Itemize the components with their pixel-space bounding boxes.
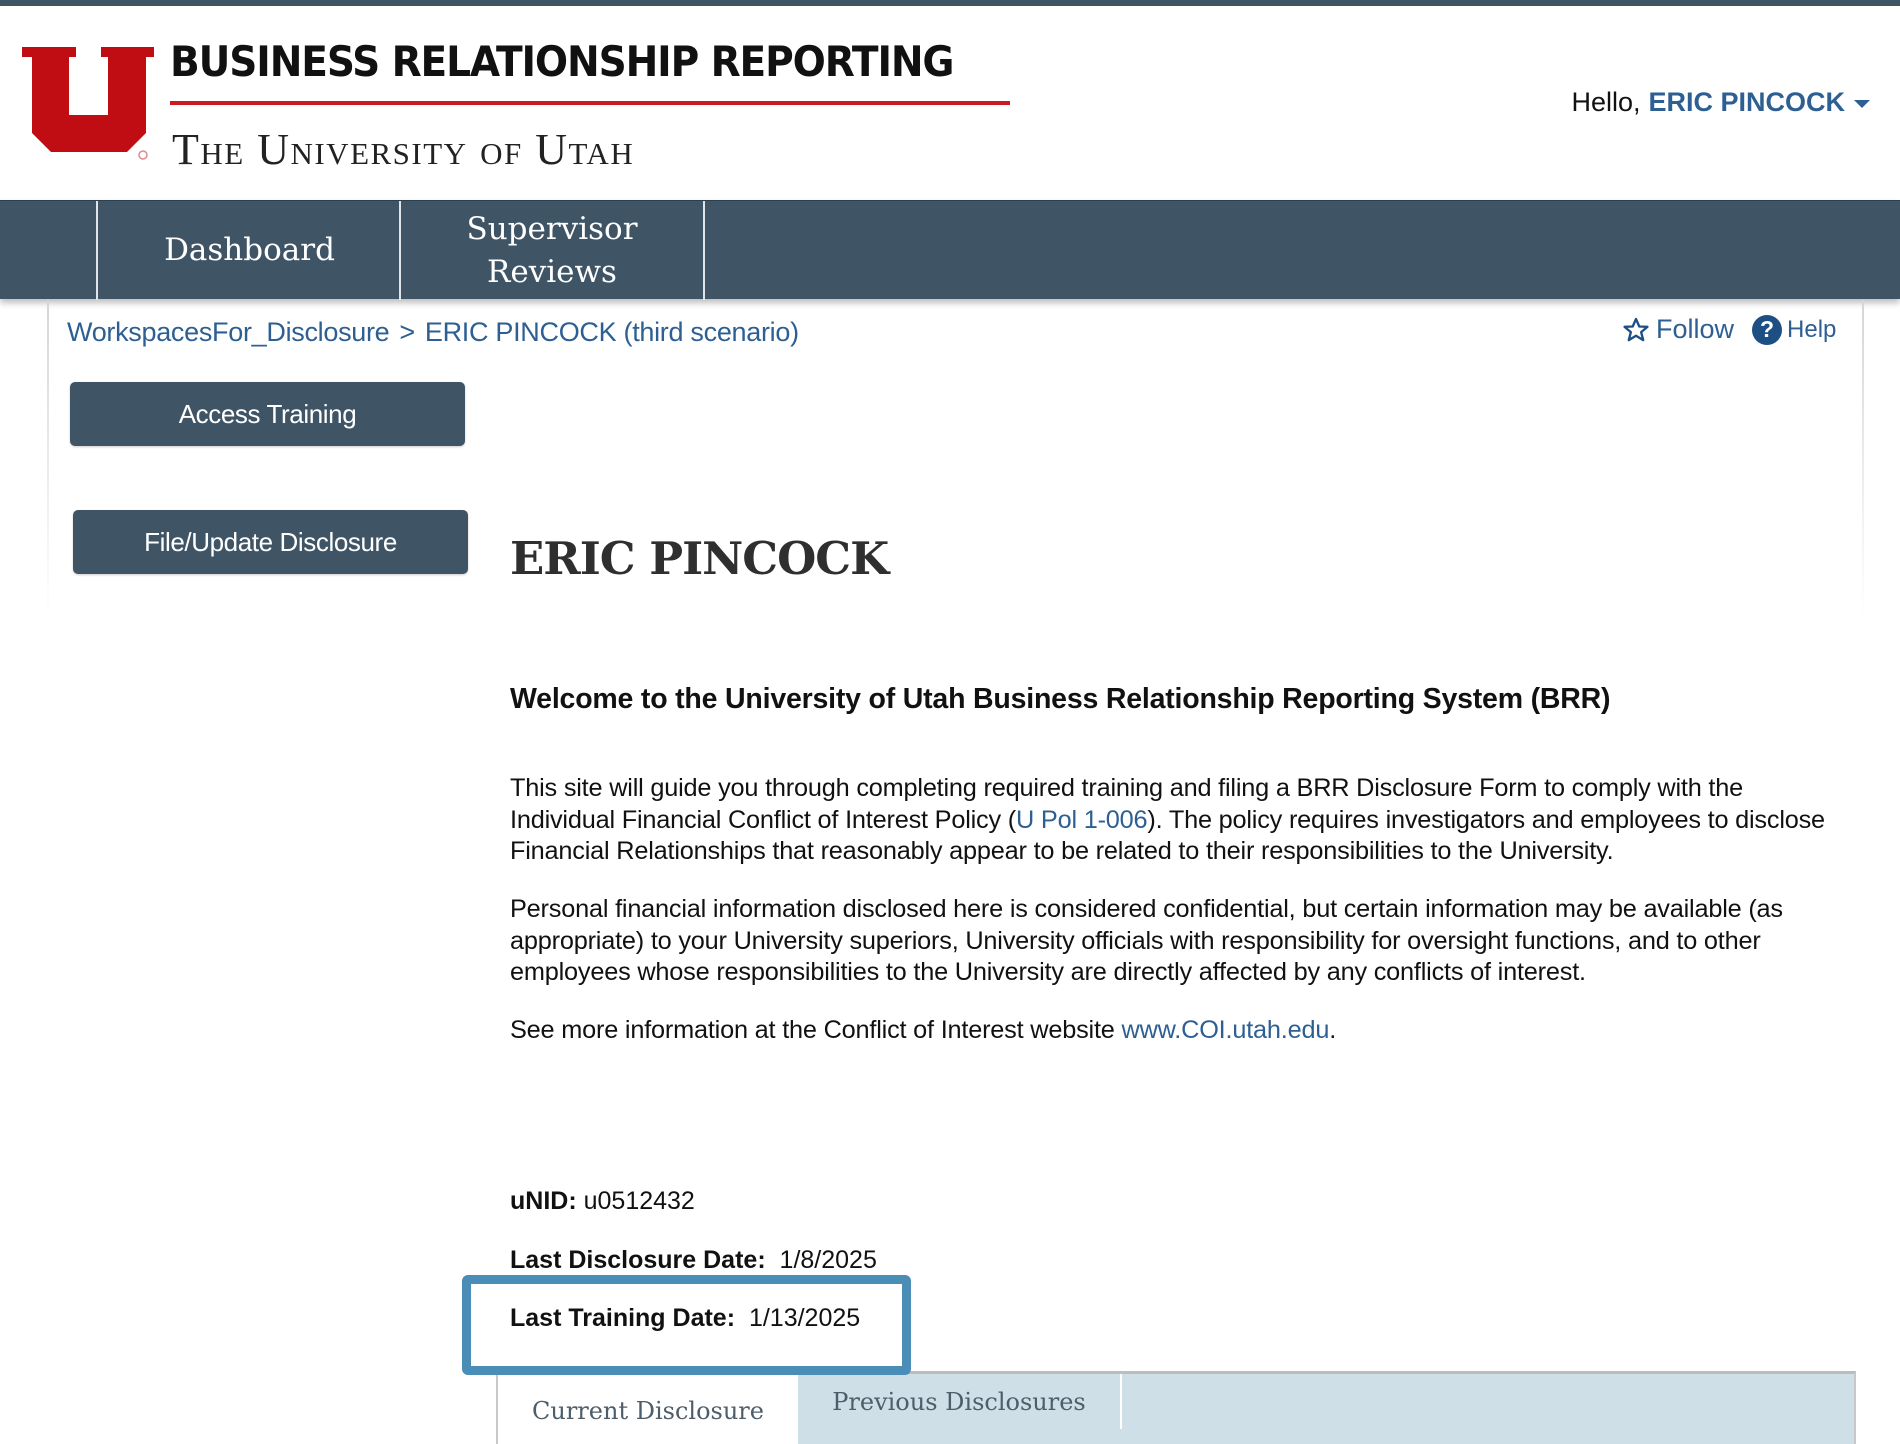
unid-value: u0512432 bbox=[583, 1187, 695, 1215]
breadcrumb-workspaces-link[interactable]: WorkspacesFor_Disclosure bbox=[67, 317, 390, 347]
last-training-field: Last Training Date: 1/13/2025 bbox=[510, 1304, 860, 1333]
intro-paragraph: This site will guide you through complet… bbox=[510, 773, 1840, 868]
tab-divider bbox=[1120, 1374, 1122, 1429]
main-nav: Dashboard Supervisor Reviews bbox=[0, 200, 1900, 300]
tab-previous-disclosures[interactable]: Previous Disclosures bbox=[798, 1374, 1120, 1429]
confidentiality-paragraph: Personal financial information disclosed… bbox=[510, 895, 1783, 987]
last-disclosure-label: Last Disclosure Date: bbox=[510, 1246, 766, 1274]
nav-supervisor-reviews-label: Supervisor Reviews bbox=[466, 208, 637, 294]
brand-title: BUSINESS RELATIONSHIP REPORTING bbox=[170, 37, 954, 86]
help-button[interactable]: ? Help bbox=[1752, 314, 1837, 345]
panel-border-left bbox=[47, 300, 49, 620]
last-training-value: 1/13/2025 bbox=[748, 1304, 861, 1332]
last-training-label: Last Training Date: bbox=[510, 1304, 736, 1332]
paragraph-text: . bbox=[1329, 1016, 1337, 1044]
nav-label-line: Reviews bbox=[487, 253, 617, 290]
unid-label: uNID: bbox=[510, 1187, 577, 1215]
welcome-heading: Welcome to the University of Utah Busine… bbox=[510, 683, 1611, 715]
tab-current-disclosure[interactable]: Current Disclosure bbox=[498, 1374, 798, 1444]
follow-button[interactable]: Follow bbox=[1622, 314, 1734, 345]
university-of-utah-logo-icon[interactable] bbox=[22, 45, 156, 163]
breadcrumb: WorkspacesFor_Disclosure > ERIC PINCOCK (t… bbox=[67, 317, 799, 348]
user-greeting: Hello, ERIC PINCOCK bbox=[1571, 87, 1870, 118]
more-info-paragraph: See more information at the Conflict of … bbox=[510, 1015, 1840, 1047]
user-menu-button[interactable]: ERIC PINCOCK bbox=[1648, 87, 1845, 118]
top-accent-strip bbox=[0, 0, 1900, 6]
brand-divider bbox=[170, 101, 1010, 105]
tab-label: Previous Disclosures bbox=[832, 1387, 1086, 1416]
breadcrumb-separator: > bbox=[399, 317, 415, 347]
page-actions: Follow ? Help bbox=[1622, 314, 1836, 345]
tab-label: Current Disclosure bbox=[532, 1396, 764, 1425]
disclosure-tabs: Current Disclosure Previous Disclosures bbox=[496, 1371, 1856, 1444]
paragraph-text: See more information at the Conflict of … bbox=[510, 1016, 1122, 1044]
brand-subtitle: The University of Utah bbox=[172, 125, 635, 174]
file-update-disclosure-button[interactable]: File/Update Disclosure bbox=[73, 510, 468, 574]
nav-supervisor-reviews[interactable]: Supervisor Reviews bbox=[399, 201, 705, 300]
caret-down-icon[interactable] bbox=[1854, 99, 1870, 108]
panel-border-right bbox=[1862, 300, 1864, 620]
policy-link[interactable]: U Pol 1-006 bbox=[1016, 806, 1148, 834]
last-disclosure-field: Last Disclosure Date: 1/8/2025 bbox=[510, 1246, 877, 1275]
greeting-text: Hello, bbox=[1571, 87, 1641, 117]
page-title: ERIC PINCOCK bbox=[510, 532, 889, 585]
follow-label: Follow bbox=[1656, 314, 1735, 344]
breadcrumb-current-link[interactable]: ERIC PINCOCK (third scenario) bbox=[425, 317, 799, 347]
access-training-button[interactable]: Access Training bbox=[70, 382, 465, 446]
unid-field: uNID: u0512432 bbox=[510, 1187, 695, 1216]
coi-website-link[interactable]: www.COI.utah.edu bbox=[1122, 1016, 1330, 1044]
nav-dashboard[interactable]: Dashboard bbox=[96, 201, 401, 300]
nav-label-line: Supervisor bbox=[466, 210, 638, 247]
help-label: Help bbox=[1787, 315, 1837, 343]
question-circle-icon: ? bbox=[1752, 314, 1783, 345]
nav-dashboard-label: Dashboard bbox=[164, 232, 335, 268]
star-outline-icon bbox=[1623, 317, 1649, 341]
last-disclosure-value: 1/8/2025 bbox=[779, 1246, 877, 1274]
